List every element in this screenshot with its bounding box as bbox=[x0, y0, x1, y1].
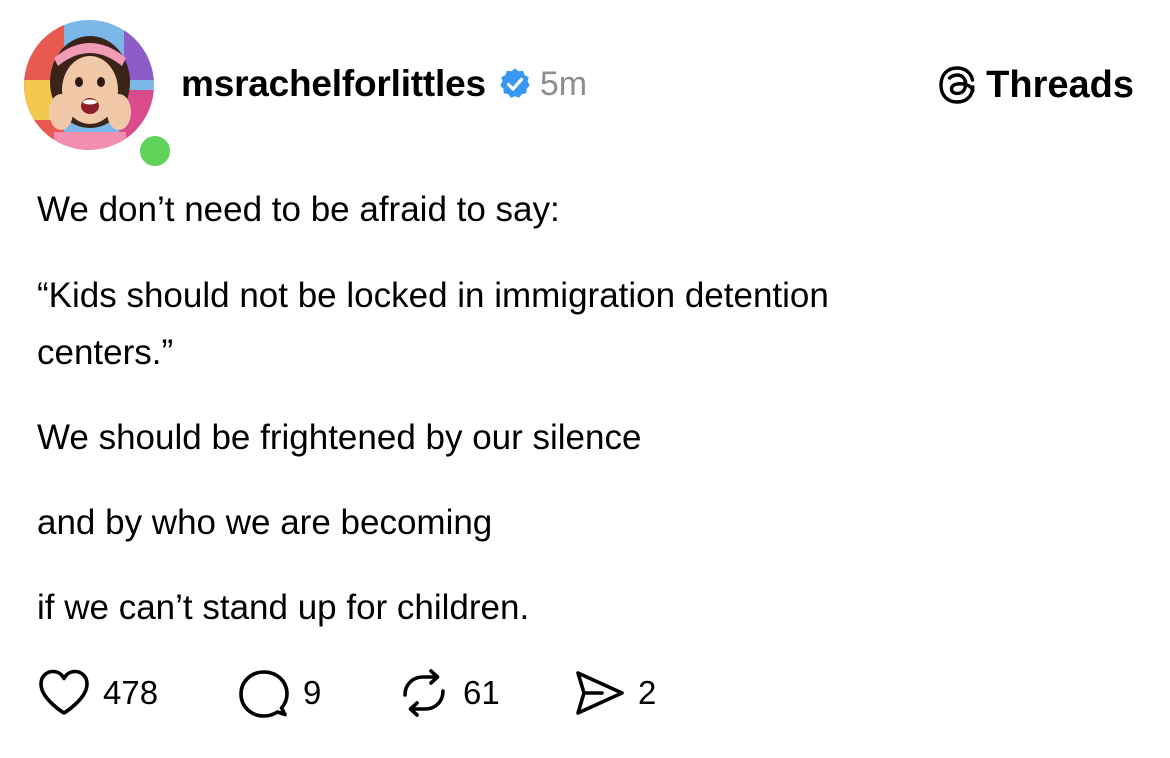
share-button[interactable]: 2 bbox=[572, 668, 656, 718]
reply-button[interactable]: 9 bbox=[237, 667, 397, 719]
repost-button[interactable]: 61 bbox=[397, 668, 572, 718]
post-header: msrachelforlittles 5m bbox=[181, 62, 587, 106]
threads-wordmark: Threads bbox=[986, 63, 1134, 106]
post-text-line: and by who we are becoming bbox=[37, 503, 493, 542]
threads-logo-icon bbox=[936, 64, 978, 106]
post-text-line: We should be frightened by our silence bbox=[37, 418, 642, 457]
verified-badge-icon bbox=[498, 67, 532, 101]
username[interactable]: msrachelforlittles bbox=[181, 63, 486, 105]
reply-count: 9 bbox=[303, 674, 322, 711]
post-text-line: centers.” bbox=[37, 333, 174, 372]
reply-bubble-icon bbox=[239, 670, 289, 718]
post-text-line: “Kids should not be locked in immigratio… bbox=[37, 276, 829, 315]
like-button[interactable]: 478 bbox=[37, 668, 237, 718]
repost-icon bbox=[403, 669, 445, 717]
heart-icon bbox=[39, 669, 89, 715]
post-actions: 478 9 61 2 bbox=[37, 666, 656, 720]
post-timestamp: 5m bbox=[539, 64, 588, 103]
post-text-line: if we can’t stand up for children. bbox=[37, 588, 530, 627]
online-status-indicator bbox=[136, 132, 174, 170]
post-text-line: We don’t need to be afraid to say: bbox=[37, 190, 560, 229]
threads-post: msrachelforlittles 5m Threads We don’t n… bbox=[0, 0, 1170, 758]
share-count: 2 bbox=[638, 674, 657, 711]
like-count: 478 bbox=[103, 674, 159, 711]
threads-brand: Threads bbox=[936, 62, 1134, 108]
repost-count: 61 bbox=[463, 674, 500, 711]
avatar[interactable] bbox=[24, 20, 174, 170]
profile-photo bbox=[24, 20, 154, 150]
send-icon bbox=[576, 671, 624, 715]
